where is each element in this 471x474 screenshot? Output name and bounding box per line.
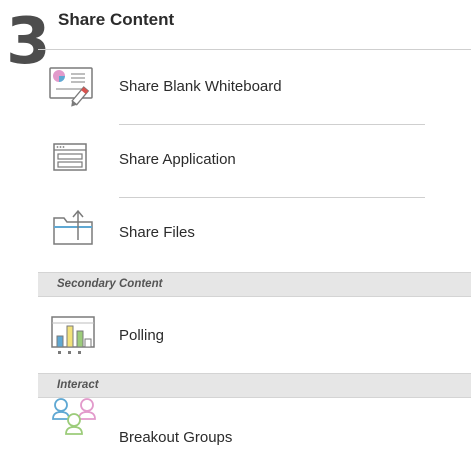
polling-item[interactable]: Polling [0,300,471,370]
panel-title: Share Content [58,10,175,29]
share-files-item[interactable]: Share Files [0,198,471,268]
share-files-label: Share Files [119,224,195,241]
polling-chart-icon [48,310,100,362]
breakout-groups-item[interactable]: Breakout Groups [0,398,471,472]
polling-label: Polling [119,327,165,344]
share-application-label: Share Application [119,151,236,168]
share-blank-whiteboard-label: Share Blank Whiteboard [119,78,282,95]
share-application-item[interactable]: Share Application [0,125,471,195]
share-blank-whiteboard-item[interactable]: Share Blank Whiteboard [0,53,471,123]
section-header-interact: Interact [38,373,471,398]
breakout-groups-icon [48,387,100,439]
title-divider [38,49,471,50]
whiteboard-icon [48,63,100,115]
application-window-icon [48,135,100,187]
folder-upload-icon [48,206,100,258]
section-header-secondary-content: Secondary Content [38,272,471,297]
breakout-groups-label: Breakout Groups [119,429,233,446]
